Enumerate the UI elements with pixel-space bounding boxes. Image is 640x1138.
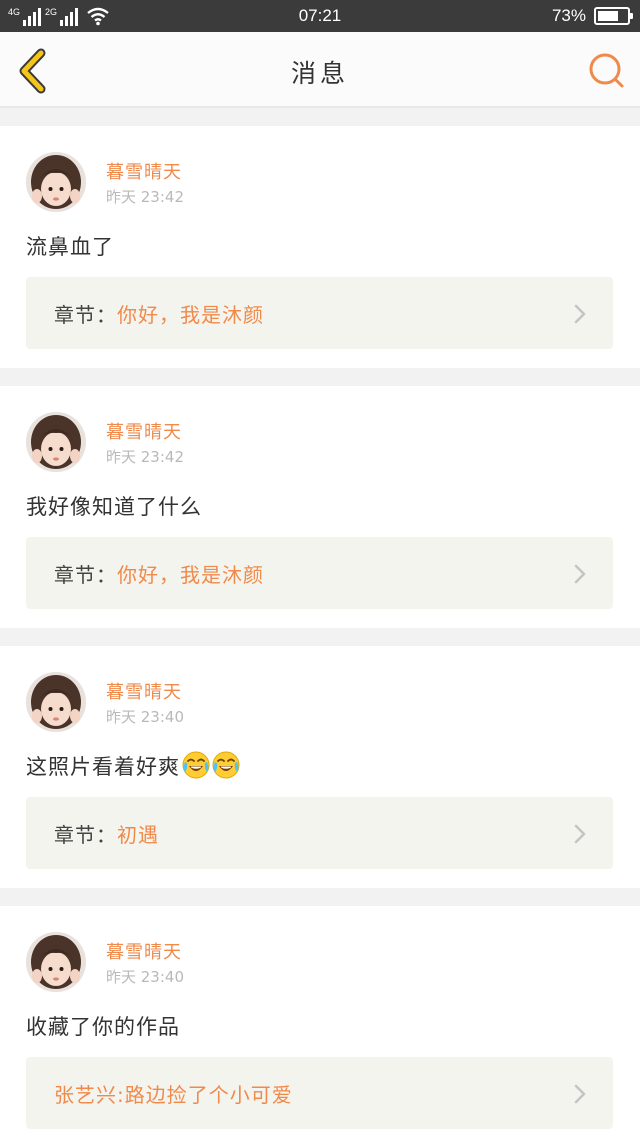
chapter-link[interactable]: 章节：初遇 <box>26 797 613 869</box>
clock: 07:21 <box>298 6 342 25</box>
message-card: 暮雪晴天 昨天 23:40 这照片看着好爽 章节：初遇 <box>0 646 640 888</box>
message-list: 暮雪晴天 昨天 23:42 流鼻血了 章节：你好，我是沐颜 暮雪晴天 昨天 23… <box>0 126 640 1138</box>
chapter-link-text: 张艺兴:路边捡了个小可爱 <box>54 1079 293 1108</box>
message-body: 这照片看着好爽 <box>26 755 180 779</box>
tears-of-joy-emoji <box>182 751 210 779</box>
message-timestamp: 昨天 23:42 <box>106 188 184 206</box>
battery-level <box>598 11 619 21</box>
message-text: 我好像知道了什么 <box>26 491 202 521</box>
user-avatar-image <box>26 412 86 472</box>
message-card: 暮雪晴天 昨天 23:42 我好像知道了什么 章节：你好，我是沐颜 <box>0 386 640 628</box>
chapter-link[interactable]: 章节：你好，我是沐颜 <box>26 537 613 609</box>
message-body: 流鼻血了 <box>26 235 114 259</box>
chapter-prefix: 章节： <box>54 303 117 327</box>
chapter-link-text: 章节：初遇 <box>54 819 159 848</box>
chapter-link-text: 章节：你好，我是沐颜 <box>54 559 264 588</box>
user-avatar-image <box>26 932 86 992</box>
chapter-title: 张艺兴:路边捡了个小可爱 <box>54 1083 293 1107</box>
chapter-title: 你好，我是沐颜 <box>117 563 264 587</box>
status-bar: 4G 2G 07:21 73% <box>0 0 640 32</box>
tears-of-joy-emoji <box>212 751 240 779</box>
chapter-link-text: 章节：你好，我是沐颜 <box>54 299 264 328</box>
message-timestamp: 昨天 23:42 <box>106 448 184 466</box>
chevron-right-icon <box>574 824 586 844</box>
avatar[interactable] <box>26 412 86 472</box>
navigation-bar: 消息 <box>0 32 640 108</box>
page-title: 消息 <box>290 59 349 88</box>
avatar[interactable] <box>26 152 86 212</box>
chapter-title: 你好，我是沐颜 <box>117 303 264 327</box>
user-avatar-image <box>26 672 86 732</box>
chevron-right-icon <box>574 304 586 324</box>
battery-percent: 73% <box>551 6 586 25</box>
chevron-right-icon <box>574 1084 586 1104</box>
avatar[interactable] <box>26 672 86 732</box>
message-text: 收藏了你的作品 <box>26 1011 180 1041</box>
message-body: 我好像知道了什么 <box>26 495 202 519</box>
message-card: 暮雪晴天 昨天 23:40 收藏了你的作品 张艺兴:路边捡了个小可爱 <box>0 906 640 1138</box>
chevron-right-icon <box>574 564 586 584</box>
message-text: 这照片看着好爽 <box>26 751 240 781</box>
username[interactable]: 暮雪晴天 <box>106 418 182 444</box>
username[interactable]: 暮雪晴天 <box>106 938 182 964</box>
message-card: 暮雪晴天 昨天 23:42 流鼻血了 章节：你好，我是沐颜 <box>0 126 640 368</box>
search-button[interactable] <box>586 50 626 90</box>
chapter-prefix: 章节： <box>54 563 117 587</box>
message-text: 流鼻血了 <box>26 231 114 261</box>
chapter-title: 初遇 <box>117 823 159 847</box>
message-timestamp: 昨天 23:40 <box>106 708 184 726</box>
username[interactable]: 暮雪晴天 <box>106 678 182 704</box>
message-body: 收藏了你的作品 <box>26 1015 180 1039</box>
chapter-prefix: 章节： <box>54 823 117 847</box>
battery-icon <box>594 7 633 25</box>
chapter-link[interactable]: 张艺兴:路边捡了个小可爱 <box>26 1057 613 1129</box>
avatar[interactable] <box>26 932 86 992</box>
chapter-link[interactable]: 章节：你好，我是沐颜 <box>26 277 613 349</box>
user-avatar-image <box>26 152 86 212</box>
username[interactable]: 暮雪晴天 <box>106 158 182 184</box>
message-timestamp: 昨天 23:40 <box>106 968 184 986</box>
battery-status: 73% <box>551 6 633 26</box>
search-icon <box>589 53 624 88</box>
